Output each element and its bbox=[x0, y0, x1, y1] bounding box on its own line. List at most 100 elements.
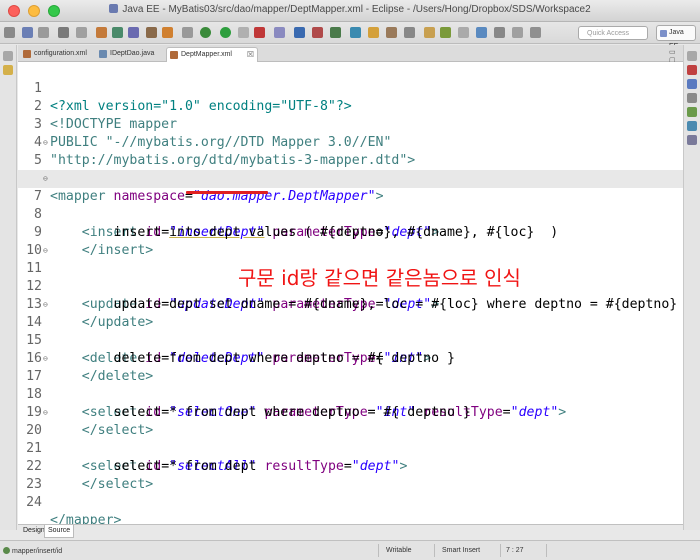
editor-tab-bar: configuration.xml IDeptDao.java DeptMapp… bbox=[18, 45, 683, 64]
code-line: 9 </insert> bbox=[18, 206, 683, 258]
code-line: 3 PUBLIC "-//mybatis.org//DTD Mapper 3.0… bbox=[18, 98, 683, 150]
tools-icon[interactable] bbox=[146, 27, 157, 38]
quick-access-field[interactable]: Quick Access bbox=[578, 26, 648, 40]
snippets-icon[interactable] bbox=[687, 135, 697, 145]
tab-source[interactable]: Source bbox=[44, 525, 75, 538]
forward-icon[interactable] bbox=[494, 27, 505, 38]
skip-breakpoints-icon[interactable] bbox=[76, 27, 87, 38]
tab-configuration-xml[interactable]: configuration.xml bbox=[20, 47, 94, 62]
data-source-icon[interactable] bbox=[687, 121, 697, 131]
code-line: 21 select * from dept bbox=[18, 422, 683, 474]
status-divider bbox=[434, 544, 435, 557]
code-line: 20 ⊖ <select id="selectAll" resultType="… bbox=[18, 404, 683, 474]
editor-mode-tabs: Design Source bbox=[18, 524, 683, 538]
xml-file-icon bbox=[23, 50, 31, 58]
markers-icon[interactable] bbox=[687, 93, 697, 103]
restore-icon[interactable] bbox=[3, 51, 13, 61]
fold-icon[interactable]: ⊖ bbox=[43, 134, 48, 152]
new-package-icon[interactable] bbox=[312, 27, 323, 38]
tab-deptmapper-xml[interactable]: DeptMapper.xml ☒ bbox=[166, 47, 258, 62]
xml-path-icon bbox=[3, 547, 10, 554]
code-line: 19 </select> bbox=[18, 386, 683, 438]
pin-editor-icon[interactable] bbox=[458, 27, 469, 38]
navigate-icon[interactable] bbox=[530, 27, 541, 38]
annotation-text: 구문 id랑 같으면 같은놈으로 인식 bbox=[238, 266, 521, 290]
status-bar: mapper/insert/id Writable Smart Insert 7… bbox=[0, 540, 700, 560]
title-bar: Java EE - MyBatis03/src/dao/mapper/DeptM… bbox=[0, 0, 700, 22]
xml-source-editor[interactable]: 1 <?xml version="1.0" encoding="UTF-8"?>… bbox=[18, 62, 683, 524]
print-icon[interactable] bbox=[38, 27, 49, 38]
project-explorer-icon[interactable] bbox=[3, 65, 13, 75]
current-code-line: 7 ⊖ <insert id="insertDept" parameterTyp… bbox=[18, 170, 683, 240]
code-line: 6 bbox=[18, 152, 683, 186]
code-line: 1 <?xml version="1.0" encoding="UTF-8"?> bbox=[18, 62, 683, 114]
status-divider bbox=[378, 544, 379, 557]
code-line: 17 ⊖ <select id="selectOne" parameterTyp… bbox=[18, 350, 683, 420]
open-task-icon[interactable] bbox=[368, 27, 379, 38]
eclipse-window: Java EE - MyBatis03/src/dao/mapper/DeptM… bbox=[0, 0, 700, 560]
outline-icon[interactable] bbox=[687, 65, 697, 75]
window-title: Java EE - MyBatis03/src/dao/mapper/DeptM… bbox=[0, 4, 700, 15]
code-line: 10 bbox=[18, 224, 683, 258]
status-divider bbox=[500, 544, 501, 557]
main-toolbar: Quick Access Java EE bbox=[0, 22, 700, 50]
build-icon[interactable] bbox=[112, 27, 123, 38]
left-trim-bar bbox=[0, 45, 17, 530]
fold-icon[interactable]: ⊖ bbox=[43, 350, 48, 368]
code-line: 5 ⊖ <mapper namespace="dao.mapper.DeptMa… bbox=[18, 134, 683, 204]
eclipse-app-icon bbox=[109, 4, 119, 13]
restore-right-icon[interactable] bbox=[687, 51, 697, 61]
external-tools-icon[interactable] bbox=[162, 27, 173, 38]
toggle-mark-icon[interactable] bbox=[404, 27, 415, 38]
fold-icon[interactable]: ⊖ bbox=[43, 242, 48, 260]
open-type-icon[interactable] bbox=[350, 27, 361, 38]
xml-file-icon bbox=[170, 51, 178, 59]
java-ee-perspective-button[interactable]: Java EE bbox=[656, 25, 696, 50]
java-file-icon bbox=[99, 50, 107, 58]
task-list-icon[interactable] bbox=[687, 79, 697, 89]
new-icon[interactable] bbox=[4, 27, 15, 38]
coverage-icon[interactable] bbox=[274, 27, 285, 38]
writable-status: Writable bbox=[386, 547, 412, 554]
stop-icon[interactable] bbox=[254, 27, 265, 38]
console-icon[interactable] bbox=[128, 27, 139, 38]
search-icon[interactable] bbox=[386, 27, 397, 38]
xml-tag: </mapper> bbox=[50, 513, 122, 524]
perspective-icon bbox=[660, 30, 667, 37]
last-edit-icon[interactable] bbox=[512, 27, 523, 38]
servers-icon[interactable] bbox=[687, 107, 697, 117]
server-icon[interactable] bbox=[96, 27, 107, 38]
run-icon[interactable] bbox=[220, 27, 231, 38]
code-line: 15 delete from dept where deptno = #{ de… bbox=[18, 314, 683, 366]
settings-icon[interactable] bbox=[182, 27, 193, 38]
fold-icon[interactable]: ⊖ bbox=[43, 170, 48, 188]
fold-icon[interactable]: ⊖ bbox=[43, 404, 48, 422]
close-tab-icon[interactable]: ☒ bbox=[247, 48, 254, 62]
code-line: 22 </select> bbox=[18, 440, 683, 492]
code-line: 24 </mapper> bbox=[18, 476, 683, 524]
code-line: 16 </delete> bbox=[18, 332, 683, 384]
code-line: 2 <!DOCTYPE mapper bbox=[18, 80, 683, 132]
code-line: 18 select * from dept where deptno = #{ … bbox=[18, 368, 683, 420]
back-icon[interactable] bbox=[476, 27, 487, 38]
fold-icon[interactable]: ⊖ bbox=[43, 296, 48, 314]
tab-ideptdao-java[interactable]: IDeptDao.java bbox=[96, 47, 166, 62]
status-divider bbox=[546, 544, 547, 557]
new-java-project-icon[interactable] bbox=[294, 27, 305, 38]
previous-annotation-icon[interactable] bbox=[440, 27, 451, 38]
new-class-icon[interactable] bbox=[330, 27, 341, 38]
line-number: 24 bbox=[26, 495, 42, 510]
run-dropdown-icon[interactable] bbox=[238, 27, 249, 38]
code-line: 14 ⊖ <delete id="deleteDept" parameterTy… bbox=[18, 296, 683, 366]
right-trim-bar bbox=[683, 45, 700, 530]
properties-icon[interactable] bbox=[58, 27, 69, 38]
breadcrumb: mapper/insert/id bbox=[3, 547, 62, 555]
debug-icon[interactable] bbox=[200, 27, 211, 38]
code-line: 23 bbox=[18, 458, 683, 492]
next-annotation-icon[interactable] bbox=[424, 27, 435, 38]
code-line: 11 ⊖ <update id="updateDept" parameterTy… bbox=[18, 242, 683, 312]
cursor-position-status: 7 : 27 bbox=[506, 547, 524, 554]
code-line: 4 "http://mybatis.org/dtd/mybatis-3-mapp… bbox=[18, 116, 683, 168]
save-icon[interactable] bbox=[22, 27, 33, 38]
annotation-underline bbox=[186, 191, 268, 194]
